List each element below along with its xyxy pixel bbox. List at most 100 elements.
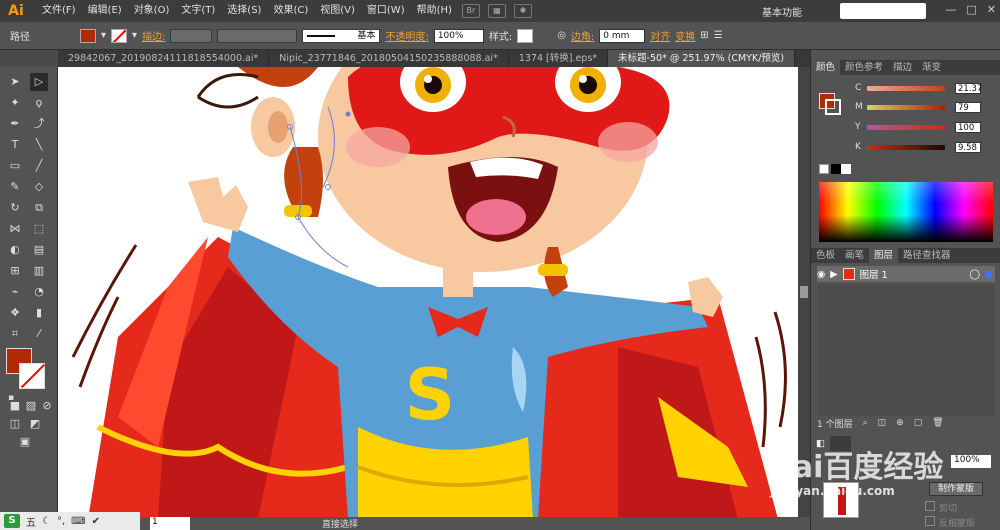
ime-mode-label[interactable]: 五: [26, 514, 36, 529]
invert-mask-checkbox[interactable]: [925, 516, 935, 526]
black-input[interactable]: 9.58: [955, 141, 981, 153]
stroke-swatch-none[interactable]: [111, 28, 128, 43]
arrange-documents-icon[interactable]: ▦: [487, 4, 506, 18]
column-graph-icon[interactable]: ▮: [30, 304, 48, 322]
menu-type[interactable]: 文字(T): [175, 0, 221, 22]
doc-tab-3[interactable]: 1374 [转换].eps*: [509, 50, 609, 67]
menu-effect[interactable]: 效果(C): [267, 0, 314, 22]
menu-object[interactable]: 对象(O): [128, 0, 176, 22]
direct-selection-tool-icon[interactable]: ▷: [30, 73, 48, 91]
make-clipping-mask-icon[interactable]: ◫: [878, 418, 887, 428]
close-icon[interactable]: ✕: [987, 3, 996, 16]
selection-tool-icon[interactable]: ➤: [6, 73, 24, 91]
blend-tool-icon[interactable]: ◔: [30, 283, 48, 301]
yellow-slider[interactable]: [867, 124, 945, 130]
tab-brushes[interactable]: 画笔: [840, 248, 869, 263]
delete-layer-icon[interactable]: 🗑: [932, 418, 943, 428]
new-sublayer-icon[interactable]: ⊕: [896, 418, 904, 428]
menu-edit[interactable]: 编辑(E): [82, 0, 128, 22]
shape-builder-icon[interactable]: ◐: [6, 241, 24, 259]
isolate-icon[interactable]: ⊞: [700, 30, 708, 41]
mesh-tool-icon[interactable]: ⊞: [6, 262, 24, 280]
doc-tab-2[interactable]: Nipic_23771846_20180504150235888088.ai*: [269, 50, 509, 67]
tab-gradient[interactable]: 渐变: [917, 60, 946, 75]
scroll-thumb[interactable]: [800, 286, 808, 298]
cyan-slider[interactable]: [867, 85, 945, 91]
pencil-icon[interactable]: ✎: [6, 178, 24, 196]
artboard-canvas[interactable]: S: [58, 67, 798, 519]
line-tool-icon[interactable]: ╲: [30, 136, 48, 154]
corner-radius-input[interactable]: 0 mm: [599, 28, 646, 43]
draw-normal-icon[interactable]: ◫: [6, 415, 24, 433]
lasso-icon[interactable]: ϙ: [30, 94, 48, 112]
brush-definition-select[interactable]: 基本: [302, 28, 381, 43]
stroke-color-box[interactable]: [19, 363, 46, 389]
paintbrush-icon[interactable]: ╱: [30, 157, 48, 175]
menu-select[interactable]: 选择(S): [221, 0, 267, 22]
tab-transparency[interactable]: ◧: [811, 436, 830, 451]
rectangle-tool-icon[interactable]: ▭: [6, 157, 24, 175]
sogou-ime-icon[interactable]: S: [4, 514, 20, 528]
width-tool-icon[interactable]: ⋈: [6, 220, 24, 238]
minimize-icon[interactable]: —: [945, 3, 956, 16]
menu-view[interactable]: 视图(V): [314, 0, 361, 22]
gradient-tool-icon[interactable]: ▥: [30, 262, 48, 280]
stroke-label[interactable]: 描边:: [142, 28, 165, 43]
layer-name[interactable]: 图层 1: [860, 267, 888, 281]
free-transform-icon[interactable]: ⬚: [30, 220, 48, 238]
slice-tool-icon[interactable]: ⁄: [30, 325, 48, 343]
black-slider[interactable]: [867, 144, 945, 150]
transform-link[interactable]: 变换: [675, 28, 695, 43]
menu-window[interactable]: 窗口(W): [361, 0, 411, 22]
none-swatch[interactable]: [819, 164, 829, 174]
symbol-sprayer-icon[interactable]: ❖: [6, 304, 24, 322]
none-mode-icon[interactable]: ⊘: [38, 397, 56, 415]
layer-row[interactable]: ◉ ▶ 图层 1 ◯: [817, 266, 995, 282]
tab-stroke[interactable]: 描边: [888, 60, 917, 75]
artboard-tool-icon[interactable]: ⌗: [6, 325, 24, 343]
clip-checkbox[interactable]: [925, 501, 935, 511]
make-mask-button[interactable]: 制作蒙版: [929, 482, 983, 496]
expand-triangle-icon[interactable]: ▶: [830, 269, 837, 280]
gpu-performance-icon[interactable]: ✱: [513, 4, 532, 18]
scale-tool-icon[interactable]: ⧉: [30, 199, 48, 217]
opacity-label[interactable]: 不透明度:: [385, 28, 428, 43]
align-link[interactable]: 对齐: [650, 28, 670, 43]
tab-swatches[interactable]: 色板: [811, 248, 840, 263]
doc-tab-active[interactable]: 未标题-50* @ 251.97% (CMYK/预览): [608, 50, 796, 67]
black-swatch[interactable]: [831, 164, 841, 174]
white-swatch[interactable]: [841, 164, 851, 174]
magic-wand-icon[interactable]: ✦: [6, 94, 24, 112]
screen-mode-icon[interactable]: ▣: [16, 433, 34, 451]
eye-icon[interactable]: ◉: [817, 269, 825, 280]
eraser-icon[interactable]: ◇: [30, 178, 48, 196]
graphic-style-swatch[interactable]: [517, 28, 534, 43]
wrench-icon[interactable]: ✔: [92, 516, 100, 527]
workspace-switcher[interactable]: 基本功能: [762, 4, 802, 19]
keyboard-icon[interactable]: ⌨: [71, 516, 85, 527]
bridge-icon[interactable]: Br: [461, 4, 480, 18]
magenta-input[interactable]: 79: [955, 101, 981, 113]
eyedropper-icon[interactable]: ⌁: [6, 283, 24, 301]
opacity-input[interactable]: 100%: [433, 28, 484, 43]
punctuation-icon[interactable]: °,: [57, 516, 65, 527]
stroke-weight-select[interactable]: [170, 28, 213, 43]
curvature-tool-icon[interactable]: ⤴: [30, 115, 48, 133]
help-search-input[interactable]: [840, 3, 926, 19]
cyan-input[interactable]: 21.37: [955, 82, 982, 94]
locate-object-icon[interactable]: ⌕: [863, 418, 868, 428]
artboard-number-field[interactable]: 1: [150, 517, 190, 530]
rotate-tool-icon[interactable]: ↻: [6, 199, 24, 217]
vertical-scrollbar[interactable]: [798, 67, 810, 519]
magenta-slider[interactable]: [867, 104, 945, 110]
doc-tab-1[interactable]: 29842067_20190824111818554000.ai*: [58, 50, 270, 67]
color-spectrum[interactable]: [819, 182, 993, 242]
tab-color-guide[interactable]: 颜色参考: [840, 60, 888, 75]
maximize-icon[interactable]: □: [966, 3, 976, 16]
recolor-icon[interactable]: ◎: [557, 30, 566, 41]
draw-behind-icon[interactable]: ◩: [26, 415, 44, 433]
menu-help[interactable]: 帮助(H): [411, 0, 458, 22]
tab-pathfinder[interactable]: 路径查找器: [898, 248, 956, 263]
panel-menu-icon[interactable]: ☰: [714, 30, 723, 41]
target-icon[interactable]: ◯: [969, 269, 980, 280]
